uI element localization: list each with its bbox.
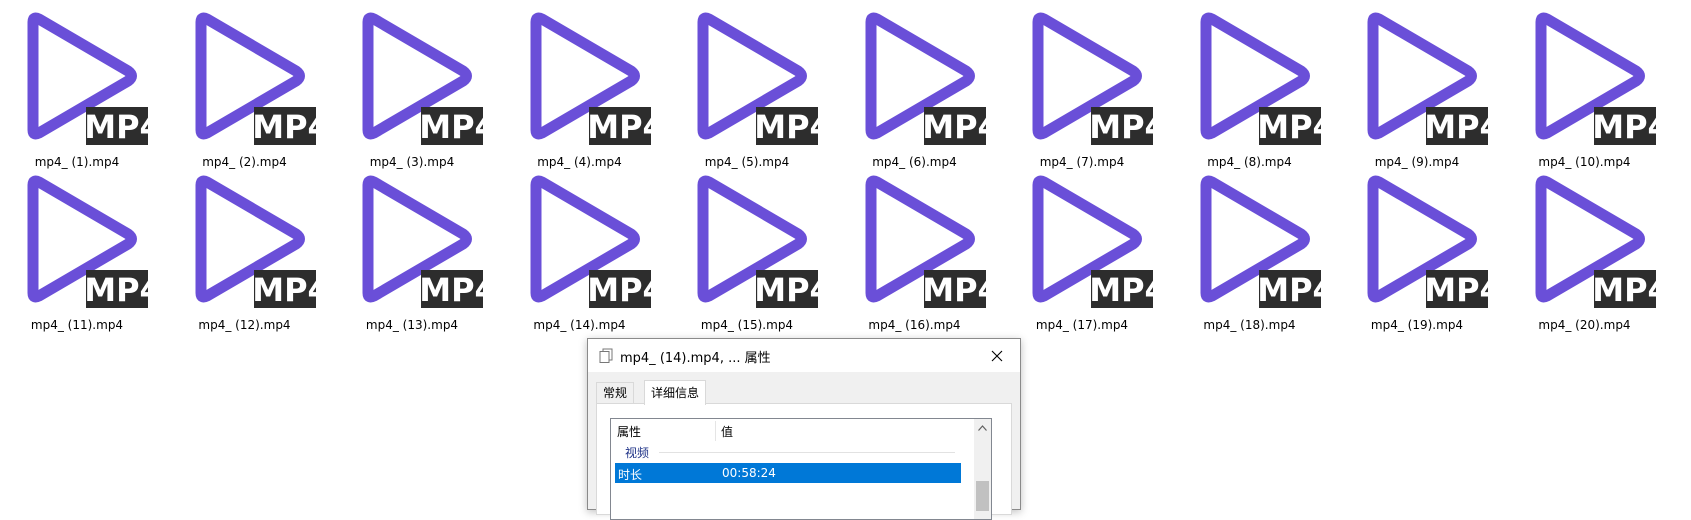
file-name: mp4_ (16).mp4 [868,318,961,332]
mp4-file-icon: MP4 [362,175,483,309]
file-item[interactable]: MP4mp4_ (9).mp4 [1342,2,1492,169]
file-name: mp4_ (20).mp4 [1538,318,1631,332]
property-value: 00:58:24 [722,466,776,480]
mp4-badge-text: MP4 [84,108,148,146]
scroll-up-button[interactable] [974,419,991,436]
file-item[interactable]: MP4mp4_ (4).mp4 [505,2,655,169]
column-header-value[interactable]: 值 [721,423,733,440]
file-item[interactable]: MP4mp4_ (5).mp4 [672,2,822,169]
list-header: 属性 值 [611,419,961,443]
mp4-badge-text: MP4 [1424,108,1488,146]
file-item[interactable]: MP4mp4_ (6).mp4 [840,2,990,169]
mp4-file-icon: MP4 [1367,175,1488,309]
file-name: mp4_ (19).mp4 [1370,318,1464,332]
tab-details[interactable]: 详细信息 [644,380,707,405]
mp4-file-icon: MP4 [1535,175,1656,309]
property-list[interactable]: 属性 值 视频 时长 00:58:24 [610,418,992,520]
mp4-badge-text: MP4 [1592,108,1656,146]
mp4-badge-text: MP4 [754,108,818,146]
mp4-badge-text: MP4 [754,271,818,309]
mp4-file-icon: MP4 [530,175,651,309]
mp4-badge-text: MP4 [252,108,316,146]
file-item[interactable]: MP4mp4_ (7).mp4 [1007,2,1157,169]
mp4-file-icon: MP4 [530,12,651,146]
tab-general[interactable]: 常规 [596,382,635,404]
mp4-file-icon: MP4 [865,12,986,146]
file-item[interactable]: MP4 mp4_ (19).mp4 [1342,165,1492,332]
mp4-badge-text: MP4 [419,271,483,309]
group-label: 视频 [625,446,650,460]
file-item[interactable]: MP4mp4_ (10).mp4 [1510,2,1660,169]
mp4-badge-text: MP4 [922,271,986,309]
file-item[interactable]: MP4 mp4_ (12).mp4 [170,165,320,332]
file-name: mp4_ (17).mp4 [1035,318,1129,332]
file-name: mp4_ (11).mp4 [30,318,124,332]
vertical-scrollbar[interactable] [974,419,991,519]
dialog-title: mp4_ (14).mp4, ... 属性 [620,351,771,366]
close-icon [991,350,1003,361]
file-name: mp4_ (12).mp4 [198,318,291,332]
property-name: 时长 [618,468,643,482]
file-item[interactable]: MP4 mp4_ (14).mp4 [505,165,655,332]
mp4-badge-text: MP4 [922,108,986,146]
file-item[interactable]: MP4mp4_ (1).mp4 [2,2,152,169]
details-panel: 属性 值 视频 时长 00:58:24 [596,403,1012,520]
file-name: mp4_ (15).mp4 [700,318,794,332]
mp4-file-icon: MP4 [1200,12,1321,146]
properties-dialog: mp4_ (14).mp4, ... 属性 常规 详细信息 属性 值 视频 时长… [587,338,1021,520]
file-item[interactable]: MP4 mp4_ (17).mp4 [1007,165,1157,332]
mp4-badge-text: MP4 [1257,271,1321,309]
file-item[interactable]: MP4 mp4_ (11).mp4 [2,165,152,332]
mp4-file-icon: MP4 [1032,175,1153,309]
group-divider [659,452,955,453]
file-name: mp4_ (13).mp4 [365,318,459,332]
file-name: mp4_ (18).mp4 [1203,318,1296,332]
mp4-badge-text: MP4 [587,108,651,146]
mp4-file-icon: MP4 [697,175,818,309]
mp4-file-icon: MP4 [1367,12,1488,146]
mp4-file-icon: MP4 [362,12,483,146]
mp4-file-icon: MP4 [195,175,316,309]
file-name: mp4_ (14).mp4 [533,318,626,332]
mp4-badge-text: MP4 [1089,108,1153,146]
dialog-titlebar[interactable]: mp4_ (14).mp4, ... 属性 [588,339,1020,372]
file-item[interactable]: MP4mp4_ (3).mp4 [337,2,487,169]
mp4-file-icon: MP4 [1535,12,1656,146]
file-item[interactable]: MP4 mp4_ (18).mp4 [1175,165,1325,332]
file-item[interactable]: MP4mp4_ (2).mp4 [170,2,320,169]
mp4-file-icon: MP4 [865,175,986,309]
file-item[interactable]: MP4 mp4_ (20).mp4 [1510,165,1660,332]
file-item[interactable]: MP4 mp4_ (16).mp4 [840,165,990,332]
mp4-badge-text: MP4 [1592,271,1656,309]
mp4-file-icon: MP4 [1200,175,1321,309]
column-divider[interactable] [715,421,716,441]
mp4-badge-text: MP4 [1424,271,1488,309]
file-item[interactable]: MP4mp4_ (8).mp4 [1175,2,1325,169]
close-button[interactable] [974,339,1020,372]
mp4-file-icon: MP4 [27,12,148,146]
file-item[interactable]: MP4 mp4_ (15).mp4 [672,165,822,332]
mp4-file-icon: MP4 [195,12,316,146]
group-header-video: 视频 [617,443,957,461]
mp4-file-icon: MP4 [697,12,818,146]
mp4-badge-text: MP4 [419,108,483,146]
list-item-duration[interactable]: 时长 00:58:24 [615,463,961,483]
chevron-up-icon [978,424,987,431]
scroll-thumb[interactable] [976,481,989,511]
mp4-badge-text: MP4 [1089,271,1153,309]
file-item[interactable]: MP4 mp4_ (13).mp4 [337,165,487,332]
mp4-file-icon: MP4 [27,175,148,309]
mp4-badge-text: MP4 [587,271,651,309]
mp4-badge-text: MP4 [252,271,316,309]
files-icon [599,348,613,363]
mp4-file-icon: MP4 [1032,12,1153,146]
column-header-property[interactable]: 属性 [617,423,641,440]
mp4-badge-text: MP4 [84,271,148,309]
mp4-badge-text: MP4 [1257,108,1321,146]
